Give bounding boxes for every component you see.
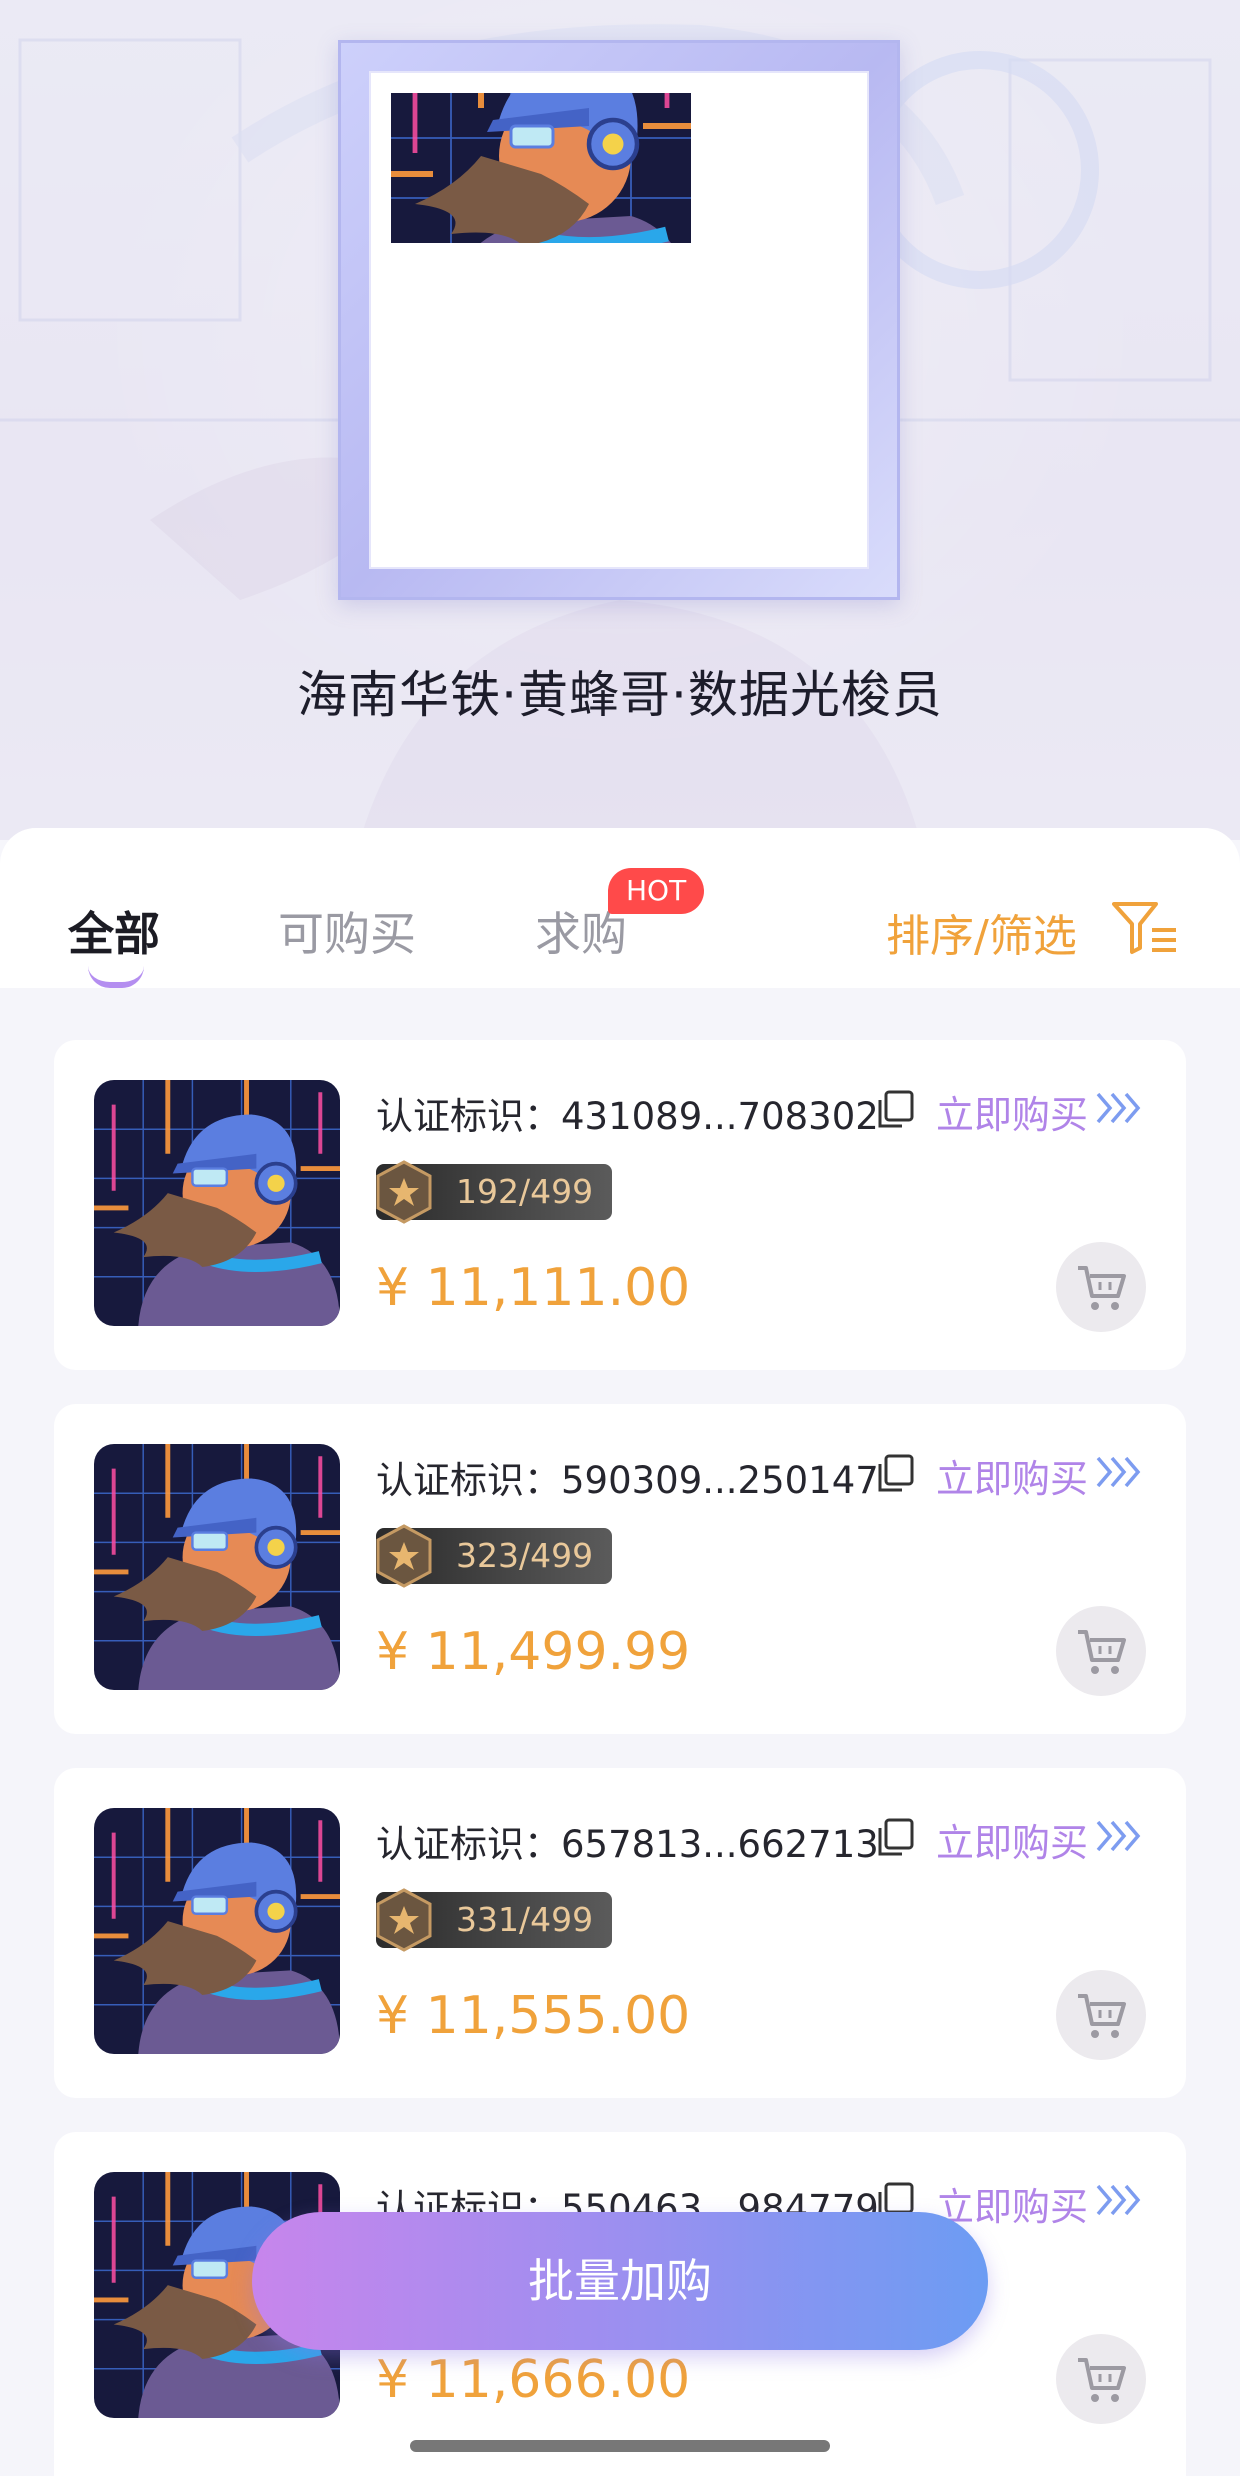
price: ¥ 11,666.00 [376, 2350, 691, 2410]
cart-icon [1078, 1266, 1126, 1310]
star-hexagon-icon [376, 1888, 432, 1952]
copy-icon[interactable] [876, 1454, 914, 1494]
listing-card[interactable]: 认证标识：431089...708302 立即购买 192/499 ¥ 11,1… [54, 1040, 1186, 1370]
edition-badge: 323/499 [376, 1524, 612, 1588]
price: ¥ 11,499.99 [376, 1622, 691, 1682]
price: ¥ 11,555.00 [376, 1986, 691, 2046]
listing-thumbnail [94, 1080, 340, 1326]
edition-number: 323/499 [456, 1536, 594, 1575]
triple-chevron-icon[interactable] [1096, 2184, 1142, 2216]
cart-icon [1078, 1994, 1126, 2038]
add-to-cart-button[interactable] [1056, 2334, 1146, 2424]
buy-now-link[interactable]: 立即购买 [936, 2176, 1088, 2231]
tab-all[interactable]: 全部 [68, 898, 160, 964]
listing-thumbnail [94, 1808, 340, 2054]
artwork-frame [338, 40, 900, 600]
edition-badge: 331/499 [376, 1888, 612, 1952]
buy-now-link[interactable]: 立即购买 [936, 1448, 1088, 1503]
tab-bar: 全部 可购买 求购 HOT 排序/筛选 [0, 828, 1240, 988]
certificate-id: 认证标识：431089...708302 [376, 1095, 879, 1138]
copy-icon[interactable] [876, 1818, 914, 1858]
cart-icon [1078, 1630, 1126, 1674]
star-hexagon-icon [376, 1524, 432, 1588]
triple-chevron-icon[interactable] [1096, 1456, 1142, 1488]
certificate-id: 认证标识：590309...250147 [376, 1459, 879, 1502]
edition-badge: 192/499 [376, 1160, 612, 1224]
buy-now-link[interactable]: 立即购买 [936, 1812, 1088, 1867]
edition-number: 192/499 [456, 1172, 594, 1211]
collection-title: 海南华铁·黄蜂哥·数据光梭员 [297, 666, 943, 724]
batch-add-to-cart-button[interactable]: 批量加购 [252, 2212, 988, 2350]
tab-purchasable[interactable]: 可购买 [278, 898, 416, 964]
buy-now-link[interactable]: 立即购买 [936, 1084, 1088, 1139]
edition-number: 331/499 [456, 1900, 594, 1939]
active-tab-indicator [88, 966, 144, 988]
triple-chevron-icon[interactable] [1096, 1092, 1142, 1124]
add-to-cart-button[interactable] [1056, 1606, 1146, 1696]
sort-filter-button[interactable]: 排序/筛选 [886, 900, 1077, 964]
hero-section: 海南华铁·黄蜂哥·数据光梭员 [0, 0, 1240, 840]
certificate-id: 认证标识：657813...662713 [376, 1823, 879, 1866]
price: ¥ 11,111.00 [376, 1258, 691, 1318]
filter-icon[interactable] [1112, 900, 1178, 956]
hot-badge: HOT [608, 868, 705, 914]
add-to-cart-button[interactable] [1056, 1970, 1146, 2060]
listing-thumbnail [94, 1444, 340, 1690]
triple-chevron-icon[interactable] [1096, 1820, 1142, 1852]
artwork-image [391, 93, 691, 243]
listing-card[interactable]: 认证标识：590309...250147 立即购买 323/499 ¥ 11,4… [54, 1404, 1186, 1734]
listing-card[interactable]: 认证标识：657813...662713 立即购买 331/499 ¥ 11,5… [54, 1768, 1186, 2098]
star-hexagon-icon [376, 1160, 432, 1224]
cart-icon [1078, 2358, 1126, 2402]
home-indicator[interactable] [410, 2440, 830, 2452]
add-to-cart-button[interactable] [1056, 1242, 1146, 1332]
copy-icon[interactable] [876, 1090, 914, 1130]
